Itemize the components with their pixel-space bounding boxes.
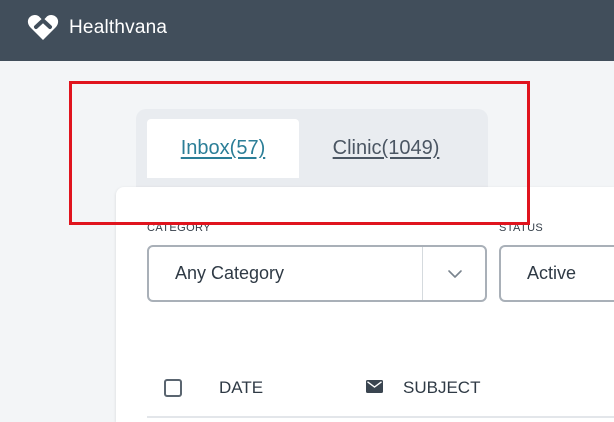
status-select-value: Active xyxy=(527,263,577,283)
heart-icon[interactable] xyxy=(27,14,59,42)
category-select-value: Any Category xyxy=(175,263,285,283)
status-filter-label: STATUS xyxy=(499,222,544,234)
tab-inbox[interactable]: Inbox(57) xyxy=(147,119,299,178)
messages-panel: CATEGORY STATUS Any Category Active DATE… xyxy=(116,187,614,422)
select-divider xyxy=(422,247,423,300)
table-header: DATE SUBJECT xyxy=(147,357,614,418)
tab-bar: Inbox(57) Clinic(1049) xyxy=(136,109,488,189)
header-divider xyxy=(147,416,614,418)
category-filter-label: CATEGORY xyxy=(147,222,211,234)
tab-clinic[interactable]: Clinic(1049) xyxy=(311,119,461,178)
select-all-checkbox[interactable] xyxy=(164,379,182,397)
status-select[interactable]: Active xyxy=(499,245,614,302)
column-header-date[interactable]: DATE xyxy=(219,378,263,398)
top-navigation-bar: Healthvana xyxy=(0,0,614,61)
category-select[interactable]: Any Category xyxy=(147,245,487,302)
envelope-icon xyxy=(366,380,383,393)
chevron-down-icon[interactable] xyxy=(447,269,463,279)
column-header-subject[interactable]: SUBJECT xyxy=(403,378,480,398)
brand-name[interactable]: Healthvana xyxy=(69,17,167,39)
